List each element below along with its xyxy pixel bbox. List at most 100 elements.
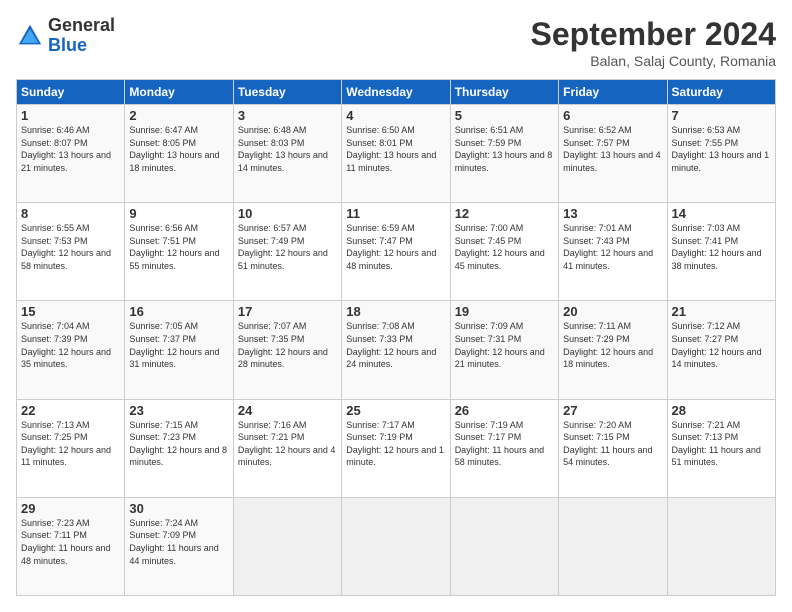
- cell-text: Sunrise: 6:52 AMSunset: 7:57 PMDaylight:…: [563, 125, 661, 173]
- day-number: 26: [455, 403, 554, 418]
- table-row: 20 Sunrise: 7:11 AMSunset: 7:29 PMDayligh…: [559, 301, 667, 399]
- table-row: 2 Sunrise: 6:47 AMSunset: 8:05 PMDaylight…: [125, 105, 233, 203]
- week-row-5: 29 Sunrise: 7:23 AMSunset: 7:11 PMDayligh…: [17, 497, 776, 595]
- table-row: 21 Sunrise: 7:12 AMSunset: 7:27 PMDayligh…: [667, 301, 775, 399]
- col-monday: Monday: [125, 80, 233, 105]
- table-row: 16 Sunrise: 7:05 AMSunset: 7:37 PMDayligh…: [125, 301, 233, 399]
- col-wednesday: Wednesday: [342, 80, 450, 105]
- day-number: 27: [563, 403, 662, 418]
- table-row: 13Sunrise: 7:01 AMSunset: 7:43 PMDayligh…: [559, 203, 667, 301]
- col-sunday: Sunday: [17, 80, 125, 105]
- month-title: September 2024: [531, 16, 776, 53]
- cell-text: Sunrise: 7:11 AMSunset: 7:29 PMDaylight:…: [563, 321, 653, 369]
- cell-text: Sunrise: 6:47 AMSunset: 8:05 PMDaylight:…: [129, 125, 219, 173]
- day-number: 17: [238, 304, 337, 319]
- day-number: 30: [129, 501, 228, 516]
- table-row: 1Sunrise: 6:46 AMSunset: 8:07 PMDaylight…: [17, 105, 125, 203]
- col-friday: Friday: [559, 80, 667, 105]
- table-row: 19 Sunrise: 7:09 AMSunset: 7:31 PMDayligh…: [450, 301, 558, 399]
- day-number: 4: [346, 108, 445, 123]
- cell-text: Sunrise: 6:53 AMSunset: 7:55 PMDaylight:…: [672, 125, 770, 173]
- day-number: 25: [346, 403, 445, 418]
- table-row: [450, 497, 558, 595]
- calendar-table: Sunday Monday Tuesday Wednesday Thursday…: [16, 79, 776, 596]
- cell-text: Sunrise: 6:48 AMSunset: 8:03 PMDaylight:…: [238, 125, 328, 173]
- logo-blue: Blue: [48, 35, 87, 55]
- table-row: 12 Sunrise: 7:00 AMSunset: 7:45 PMDayligh…: [450, 203, 558, 301]
- table-row: 25Sunrise: 7:17 AMSunset: 7:19 PMDayligh…: [342, 399, 450, 497]
- day-number: 19: [455, 304, 554, 319]
- day-number: 14: [672, 206, 771, 221]
- table-row: 14 Sunrise: 7:03 AMSunset: 7:41 PMDayligh…: [667, 203, 775, 301]
- logo-icon: [16, 22, 44, 50]
- day-number: 21: [672, 304, 771, 319]
- table-row: 3Sunrise: 6:48 AMSunset: 8:03 PMDaylight…: [233, 105, 341, 203]
- calendar-header-row: Sunday Monday Tuesday Wednesday Thursday…: [17, 80, 776, 105]
- cell-text: Sunrise: 7:05 AMSunset: 7:37 PMDaylight:…: [129, 321, 219, 369]
- day-number: 18: [346, 304, 445, 319]
- table-row: 5 Sunrise: 6:51 AMSunset: 7:59 PMDaylight…: [450, 105, 558, 203]
- table-row: [233, 497, 341, 595]
- week-row-1: 1Sunrise: 6:46 AMSunset: 8:07 PMDaylight…: [17, 105, 776, 203]
- day-number: 9: [129, 206, 228, 221]
- logo: General Blue: [16, 16, 115, 56]
- day-number: 6: [563, 108, 662, 123]
- col-saturday: Saturday: [667, 80, 775, 105]
- cell-text: Sunrise: 7:09 AMSunset: 7:31 PMDaylight:…: [455, 321, 545, 369]
- day-number: 28: [672, 403, 771, 418]
- table-row: [559, 497, 667, 595]
- table-row: [667, 497, 775, 595]
- page: General Blue September 2024 Balan, Salaj…: [0, 0, 792, 612]
- day-number: 7: [672, 108, 771, 123]
- day-number: 29: [21, 501, 120, 516]
- day-number: 2: [129, 108, 228, 123]
- logo-general: General: [48, 15, 115, 35]
- day-number: 1: [21, 108, 120, 123]
- day-number: 16: [129, 304, 228, 319]
- col-tuesday: Tuesday: [233, 80, 341, 105]
- cell-text: Sunrise: 6:59 AMSunset: 7:47 PMDaylight:…: [346, 223, 436, 271]
- cell-text: Sunrise: 6:51 AMSunset: 7:59 PMDaylight:…: [455, 125, 553, 173]
- table-row: 18 Sunrise: 7:08 AMSunset: 7:33 PMDayligh…: [342, 301, 450, 399]
- header: General Blue September 2024 Balan, Salaj…: [16, 16, 776, 69]
- week-row-2: 8 Sunrise: 6:55 AMSunset: 7:53 PMDaylight…: [17, 203, 776, 301]
- cell-text: Sunrise: 7:00 AMSunset: 7:45 PMDaylight:…: [455, 223, 545, 271]
- table-row: 4Sunrise: 6:50 AMSunset: 8:01 PMDaylight…: [342, 105, 450, 203]
- cell-text: Sunrise: 7:03 AMSunset: 7:41 PMDaylight:…: [672, 223, 762, 271]
- cell-text: Sunrise: 7:23 AMSunset: 7:11 PMDaylight:…: [21, 518, 110, 566]
- cell-text: Sunrise: 7:12 AMSunset: 7:27 PMDaylight:…: [672, 321, 762, 369]
- day-number: 12: [455, 206, 554, 221]
- table-row: 7 Sunrise: 6:53 AMSunset: 7:55 PMDaylight…: [667, 105, 775, 203]
- day-number: 11: [346, 206, 445, 221]
- cell-text: Sunrise: 7:21 AMSunset: 7:13 PMDaylight:…: [672, 420, 761, 468]
- table-row: 24Sunrise: 7:16 AMSunset: 7:21 PMDayligh…: [233, 399, 341, 497]
- table-row: 28 Sunrise: 7:21 AMSunset: 7:13 PMDayligh…: [667, 399, 775, 497]
- cell-text: Sunrise: 7:08 AMSunset: 7:33 PMDaylight:…: [346, 321, 436, 369]
- table-row: 11 Sunrise: 6:59 AMSunset: 7:47 PMDayligh…: [342, 203, 450, 301]
- day-number: 15: [21, 304, 120, 319]
- table-row: 29 Sunrise: 7:23 AMSunset: 7:11 PMDayligh…: [17, 497, 125, 595]
- table-row: 17Sunrise: 7:07 AMSunset: 7:35 PMDayligh…: [233, 301, 341, 399]
- day-number: 5: [455, 108, 554, 123]
- week-row-3: 15 Sunrise: 7:04 AMSunset: 7:39 PMDayligh…: [17, 301, 776, 399]
- cell-text: Sunrise: 6:56 AMSunset: 7:51 PMDaylight:…: [129, 223, 219, 271]
- cell-text: Sunrise: 7:15 AMSunset: 7:23 PMDaylight:…: [129, 420, 227, 468]
- day-number: 13: [563, 206, 662, 221]
- table-row: 27Sunrise: 7:20 AMSunset: 7:15 PMDayligh…: [559, 399, 667, 497]
- table-row: 22Sunrise: 7:13 AMSunset: 7:25 PMDayligh…: [17, 399, 125, 497]
- location-subtitle: Balan, Salaj County, Romania: [531, 53, 776, 69]
- table-row: 23Sunrise: 7:15 AMSunset: 7:23 PMDayligh…: [125, 399, 233, 497]
- cell-text: Sunrise: 7:04 AMSunset: 7:39 PMDaylight:…: [21, 321, 111, 369]
- table-row: 9 Sunrise: 6:56 AMSunset: 7:51 PMDaylight…: [125, 203, 233, 301]
- table-row: 26 Sunrise: 7:19 AMSunset: 7:17 PMDayligh…: [450, 399, 558, 497]
- table-row: 8 Sunrise: 6:55 AMSunset: 7:53 PMDaylight…: [17, 203, 125, 301]
- day-number: 24: [238, 403, 337, 418]
- table-row: 15 Sunrise: 7:04 AMSunset: 7:39 PMDayligh…: [17, 301, 125, 399]
- logo-text: General Blue: [48, 16, 115, 56]
- day-number: 8: [21, 206, 120, 221]
- title-block: September 2024 Balan, Salaj County, Roma…: [531, 16, 776, 69]
- day-number: 20: [563, 304, 662, 319]
- table-row: 6 Sunrise: 6:52 AMSunset: 7:57 PMDaylight…: [559, 105, 667, 203]
- cell-text: Sunrise: 7:19 AMSunset: 7:17 PMDaylight:…: [455, 420, 544, 468]
- cell-text: Sunrise: 6:55 AMSunset: 7:53 PMDaylight:…: [21, 223, 111, 271]
